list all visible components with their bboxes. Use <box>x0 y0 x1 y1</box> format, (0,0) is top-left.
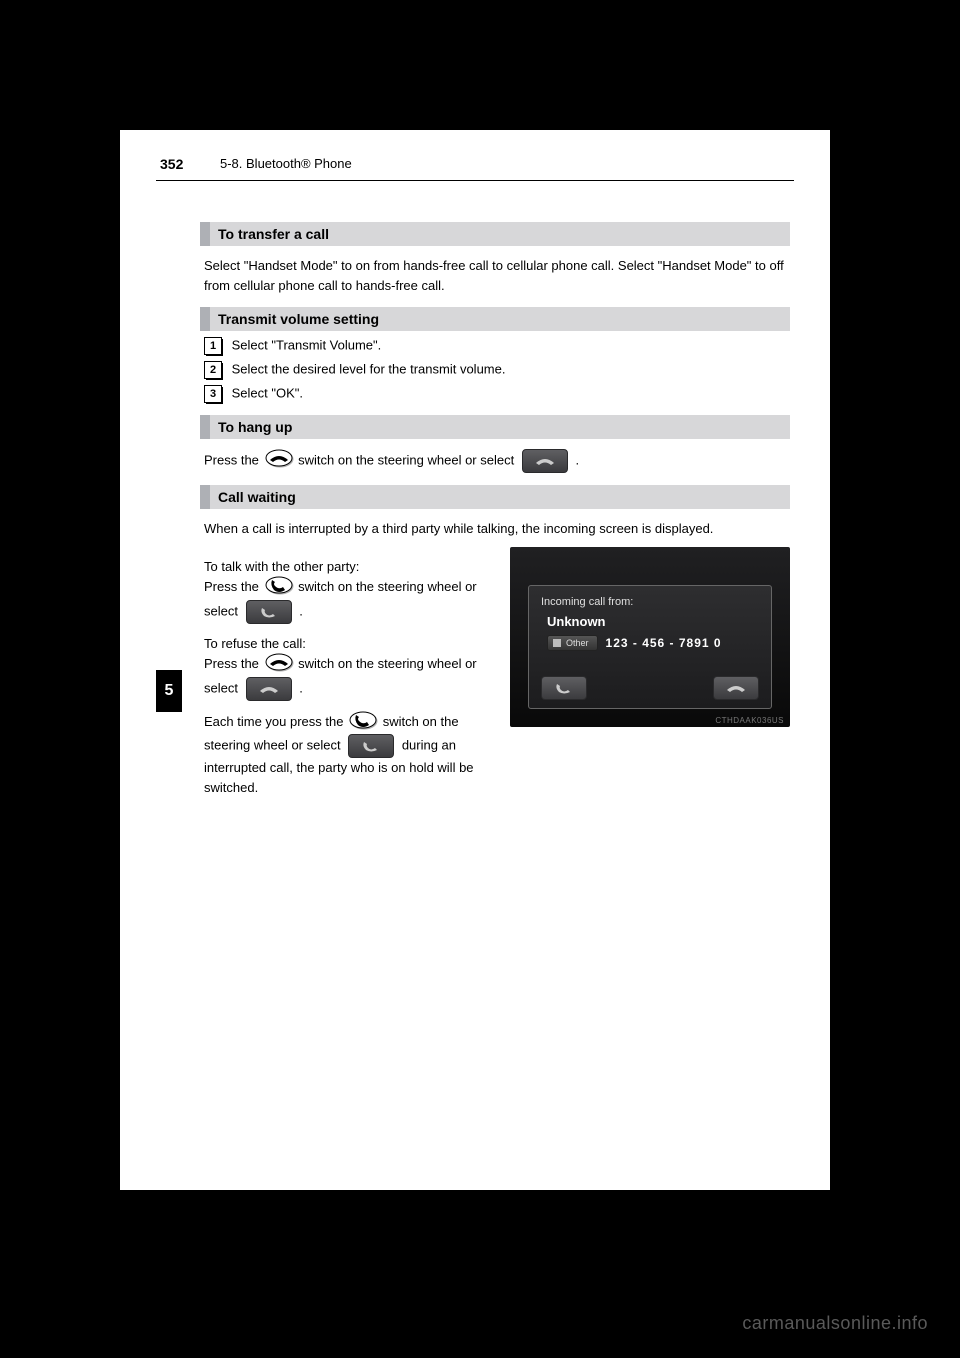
hangup-phone-icon <box>265 653 293 677</box>
hangup-text-1: Press the <box>204 452 263 467</box>
dialog-button-row <box>541 676 759 700</box>
breadcrumb: 5-8. Bluetooth® Phone <box>220 156 352 171</box>
soft-hangup-button <box>522 449 568 473</box>
waiting-answer: To talk with the other party: Press the … <box>204 557 486 624</box>
waiting-refuse: To refuse the call: Press the switch on … <box>204 634 486 701</box>
period: . <box>299 680 303 695</box>
header-rule <box>156 180 794 181</box>
step-icon-2: 2 <box>204 361 222 379</box>
chapter-tab: 5 <box>156 670 182 712</box>
dialog-hangup-button[interactable] <box>713 676 759 700</box>
page-body: To transfer a call Select "Handset Mode"… <box>200 210 790 797</box>
section-title-waiting: Call waiting <box>200 485 790 509</box>
hangup-phone-icon <box>725 682 747 694</box>
transmit-step-1: 1 Select "Transmit Volume". <box>204 337 786 355</box>
wret-text-1: Each time you press the <box>204 714 347 729</box>
caller-category-tag: Other <box>547 635 598 651</box>
answer-phone-icon <box>265 576 293 600</box>
incoming-call-screenshot: Incoming call from: Unknown Other 123 - … <box>510 547 790 727</box>
soft-answer-button <box>246 600 292 624</box>
section-title-hangup: To hang up <box>200 415 790 439</box>
waiting-columns: To talk with the other party: Press the … <box>200 547 790 798</box>
caller-number: 123 - 456 - 7891 0 <box>606 636 722 650</box>
answer-phone-icon <box>553 682 575 694</box>
waiting-intro: When a call is interrupted by a third pa… <box>204 519 786 539</box>
hangup-phone-icon <box>265 449 293 473</box>
incoming-call-dialog: Incoming call from: Unknown Other 123 - … <box>528 585 772 709</box>
manual-page: 352 5-8. Bluetooth® Phone 5 To transfer … <box>120 130 830 1190</box>
answer-phone-icon <box>349 711 377 735</box>
step-text: Select "OK". <box>232 385 303 400</box>
caller-name: Unknown <box>547 614 759 629</box>
page-number: 352 <box>160 156 183 172</box>
waiting-text-column: To talk with the other party: Press the … <box>200 547 490 798</box>
section-title-transfer: To transfer a call <box>200 222 790 246</box>
dialog-title: Incoming call from: <box>541 596 759 608</box>
step-text: Select "Transmit Volume". <box>232 337 382 352</box>
step-icon-1: 1 <box>204 337 222 355</box>
transmit-step-3: 3 Select "OK". <box>204 385 786 403</box>
waiting-return: Each time you press the switch on the st… <box>204 711 486 798</box>
soft-answer-button <box>348 734 394 758</box>
soft-hangup-button <box>246 677 292 701</box>
period: . <box>299 603 303 618</box>
section-title-transmit: Transmit volume setting <box>200 307 790 331</box>
hangup-body: Press the switch on the steering wheel o… <box>204 449 786 473</box>
transmit-step-2: 2 Select the desired level for the trans… <box>204 361 786 379</box>
dialog-answer-button[interactable] <box>541 676 587 700</box>
caller-row: Other 123 - 456 - 7891 0 <box>547 635 759 651</box>
transfer-body: Select "Handset Mode" to on from hands-f… <box>204 256 786 295</box>
waiting-image-column: Incoming call from: Unknown Other 123 - … <box>510 547 790 798</box>
hangup-text-2: switch on the steering wheel or select <box>298 452 518 467</box>
watermark: carmanualsonline.info <box>742 1313 928 1334</box>
period: . <box>575 452 579 467</box>
image-code: CTHDAAK036US <box>715 716 784 725</box>
step-text: Select the desired level for the transmi… <box>232 361 506 376</box>
step-icon-3: 3 <box>204 385 222 403</box>
